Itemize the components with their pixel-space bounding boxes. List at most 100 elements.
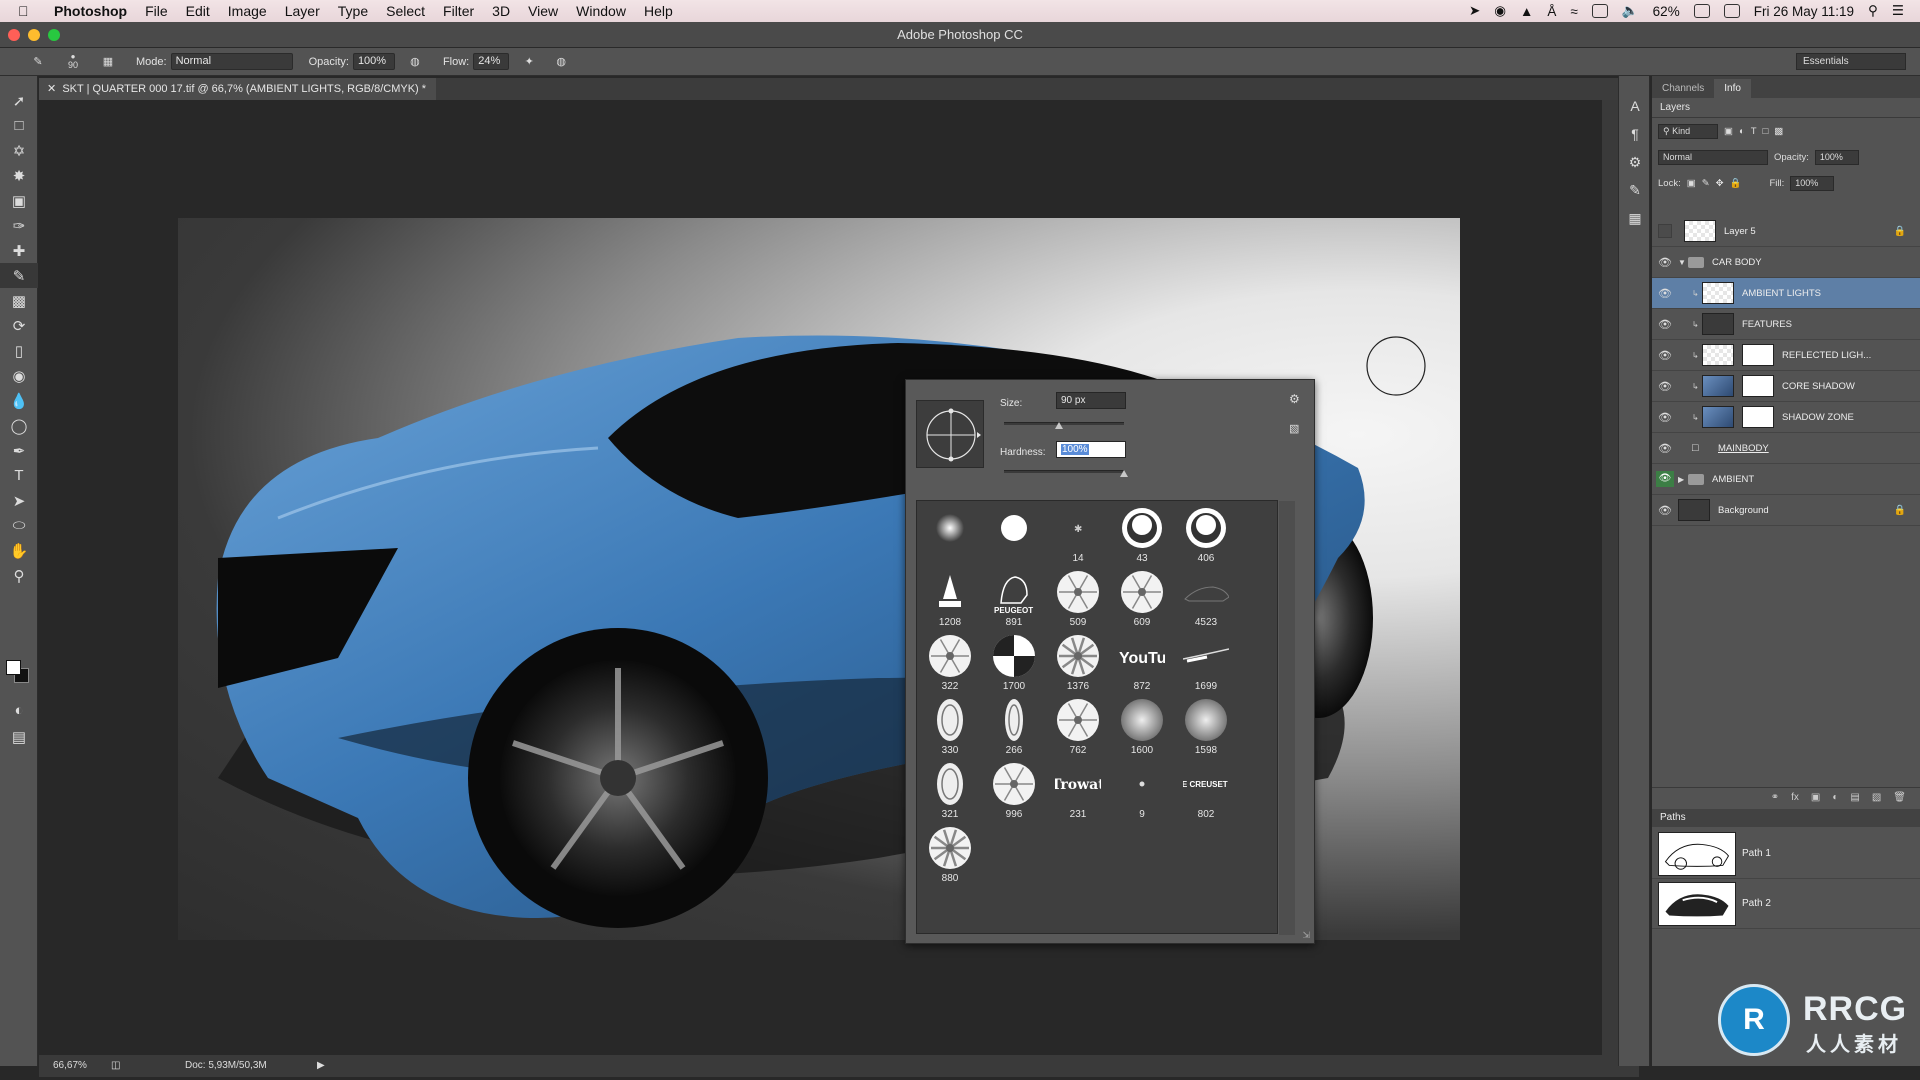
layer-row-ambient-lights[interactable]: 👁 ↳ AMBIENT LIGHTS [1652, 278, 1920, 309]
paragraph-panel-icon[interactable]: ¶ [1619, 120, 1651, 148]
hardness-input[interactable]: 100% [1056, 441, 1126, 458]
brush-preset[interactable] [983, 503, 1045, 567]
quick-mask-icon[interactable]: ◐ [0, 698, 38, 723]
spotlight-search-icon[interactable]: ⚲ [1868, 3, 1878, 19]
minimize-window-button[interactable] [28, 29, 40, 41]
hardness-slider-thumb[interactable] [1120, 470, 1128, 477]
brush-preset[interactable]: LE CREUSET 802 [1175, 759, 1237, 823]
layer-row-core-shadow[interactable]: 👁 ↳ CORE SHADOW [1652, 371, 1920, 402]
lock-pixels-icon[interactable]: ✎ [1702, 178, 1710, 189]
canvas-vertical-scrollbar[interactable] [1602, 100, 1618, 1055]
eye-icon[interactable]: 👁 [1652, 380, 1678, 393]
adjustment-layer-icon[interactable]: ◐ [1832, 792, 1838, 803]
marquee-tool-icon[interactable]: □ [0, 113, 38, 138]
brush-preset[interactable]: 1208 [919, 567, 981, 631]
document-tab[interactable]: ✕ SKT | QUARTER 000 17.tif @ 66,7% (AMBI… [39, 78, 437, 100]
layer-row-car-body-group[interactable]: 👁 ▼ CAR BODY [1652, 247, 1920, 278]
volume-icon[interactable]: 🔈 [1622, 3, 1639, 19]
mode-select[interactable]: Normal [170, 53, 293, 70]
zoom-window-button[interactable] [48, 29, 60, 41]
path-row-1[interactable]: Path 1 [1652, 829, 1920, 879]
layer-row-shadow-zone[interactable]: 👁 ↳ SHADOW ZONE [1652, 402, 1920, 433]
character-panel-icon[interactable]: A [1619, 92, 1651, 120]
dodge-tool-icon[interactable]: ◯ [0, 413, 38, 438]
eye-icon[interactable]: 👁 [1656, 471, 1674, 487]
move-tool-icon[interactable]: ➚ [0, 88, 38, 113]
brush-preset[interactable]: ✱ 14 [1047, 503, 1109, 567]
type-tool-icon[interactable]: T [0, 463, 38, 488]
menu-app-name[interactable]: Photoshop [54, 3, 127, 19]
eye-icon[interactable]: 👁 [1652, 318, 1678, 331]
hand-tool-icon[interactable]: ✋ [0, 538, 38, 563]
menu-window[interactable]: Window [576, 3, 626, 19]
flow-input[interactable]: 24% [473, 53, 510, 70]
menu-edit[interactable]: Edit [186, 3, 210, 19]
lock-position-icon[interactable]: ✥ [1716, 178, 1724, 189]
brush-preset[interactable]: 996 [983, 759, 1045, 823]
brush-preset[interactable]: 1699 [1175, 631, 1237, 695]
tab-info[interactable]: Info [1714, 79, 1751, 98]
resize-grip-icon[interactable]: ⇲ [1302, 930, 1310, 941]
lock-all-icon[interactable]: 🔒 [1730, 178, 1742, 189]
add-mask-icon[interactable]: ▣ [1811, 792, 1820, 803]
layer-mask-thumbnail[interactable] [1742, 344, 1774, 366]
path-row-2[interactable]: Path 2 [1652, 879, 1920, 929]
layer-row-background[interactable]: 👁 Background 🔒 [1652, 495, 1920, 526]
brush-preset[interactable]: 9 [1111, 759, 1173, 823]
layer-row-reflected-light[interactable]: 👁 ↳ REFLECTED LIGH... [1652, 340, 1920, 371]
brush-preset[interactable]: 1376 [1047, 631, 1109, 695]
brush-preset[interactable]: 321 [919, 759, 981, 823]
layer-mask-thumbnail[interactable] [1742, 375, 1774, 397]
drive-icon[interactable]: ▲ [1520, 4, 1533, 19]
path-selection-tool-icon[interactable]: ➤ [0, 488, 38, 513]
brush-panel-toggle-icon[interactable]: ▦ [98, 53, 118, 71]
screen-mode-icon[interactable]: ▤ [0, 724, 38, 749]
filter-shape-icon[interactable]: □ [1763, 126, 1769, 137]
layer-row-ambient-group[interactable]: 👁 ▶ AMBIENT [1652, 464, 1920, 495]
visibility-toggle-off[interactable] [1658, 224, 1672, 238]
battery-percent[interactable]: 62% [1653, 4, 1680, 19]
paths-title[interactable]: Paths [1660, 812, 1686, 823]
menu-filter[interactable]: Filter [443, 3, 474, 19]
layer-mask-thumbnail[interactable] [1742, 406, 1774, 428]
filter-type-icon[interactable]: T [1751, 126, 1757, 137]
menu-layer[interactable]: Layer [285, 3, 320, 19]
pressure-size-icon[interactable]: ◍ [551, 53, 571, 71]
close-window-button[interactable] [8, 29, 20, 41]
ellipse-tool-icon[interactable]: ⬭ [0, 513, 38, 538]
wifi-icon[interactable]: ≈ [1570, 4, 1577, 19]
pen-tool-icon[interactable]: ✒ [0, 438, 38, 463]
adjustments-panel-icon[interactable]: ⚙ [1619, 148, 1651, 176]
battery-icon[interactable] [1693, 4, 1710, 18]
brush-panel-icon[interactable]: ✎ [1619, 176, 1651, 204]
group-expanded-arrow-icon[interactable]: ▼ [1678, 258, 1688, 267]
layer-row-mainbody[interactable]: 👁 □ MAINBODY [1652, 433, 1920, 464]
brush-preset[interactable]: YouTube 872 [1111, 631, 1173, 695]
tab-channels[interactable]: Channels [1652, 79, 1714, 98]
menu-3d[interactable]: 3D [492, 3, 510, 19]
layers-title[interactable]: Layers [1660, 102, 1690, 113]
brush-preset[interactable]: 609 [1111, 567, 1173, 631]
eye-icon[interactable]: 👁 [1652, 287, 1678, 300]
paint-bucket-tool-icon[interactable]: ◉ [0, 363, 38, 388]
brush-tool-icon[interactable]: ✎ [28, 53, 48, 71]
zoom-tool-icon[interactable]: ⚲ [0, 563, 38, 588]
bluetooth-icon[interactable]: Å [1547, 4, 1556, 19]
brush-preset[interactable]: 1600 [1111, 695, 1173, 759]
eye-icon[interactable]: 👁 [1652, 442, 1678, 455]
clone-stamp-tool-icon[interactable]: ▩ [0, 288, 38, 313]
brush-preset[interactable]: 509 [1047, 567, 1109, 631]
brush-tool-button[interactable]: ✎ [0, 263, 38, 288]
brush-preset[interactable]: 880 [919, 823, 981, 887]
lasso-tool-icon[interactable]: ✡ [0, 138, 38, 163]
airplay-icon[interactable] [1591, 4, 1608, 18]
menu-view[interactable]: View [528, 3, 558, 19]
brush-preset[interactable]: Trowatt 231 [1047, 759, 1109, 823]
layer-kind-filter[interactable]: ⚲ Kind [1658, 123, 1718, 139]
menu-image[interactable]: Image [228, 3, 267, 19]
swatches-panel-icon[interactable]: ▦ [1619, 204, 1651, 232]
layer-opacity-input[interactable]: 100% [1814, 149, 1859, 165]
brush-size-input[interactable]: 90 px [1056, 392, 1126, 409]
brush-preset-picker-toggle[interactable]: ● 90 [60, 52, 86, 71]
status-icon[interactable]: ◫ [111, 1055, 120, 1077]
